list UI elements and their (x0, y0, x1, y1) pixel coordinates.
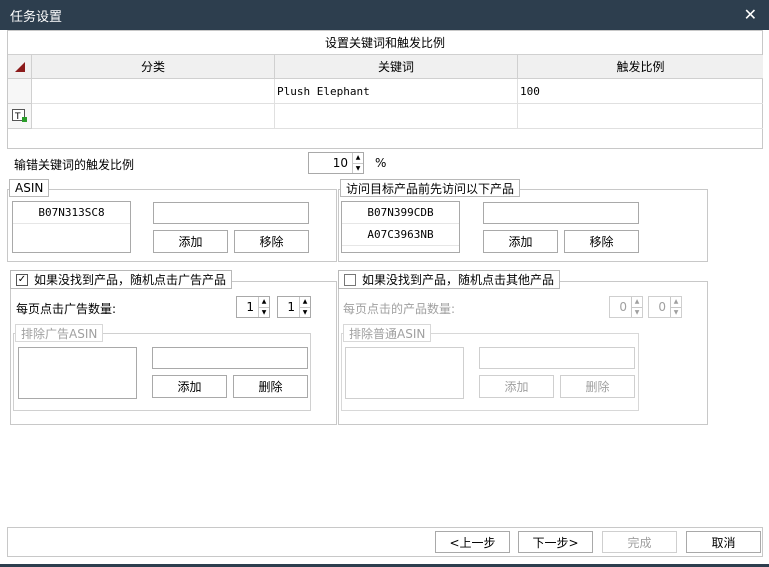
exclude-ad-asin-input[interactable] (152, 347, 308, 369)
svg-text:T: T (14, 112, 21, 122)
ad-spin2-value[interactable]: 1 (278, 297, 299, 317)
ad-products-legend[interactable]: ✓ 如果没找到产品，随机点击广告产品 (10, 270, 233, 289)
column-header-ratio[interactable]: 触发比例 (518, 55, 763, 79)
ad-per-page-spinner-1[interactable]: 1 ▲ ▼ (236, 296, 270, 318)
row-header[interactable] (8, 79, 32, 104)
cancel-button[interactable]: 取消 (686, 531, 761, 553)
new-cell-ratio[interactable] (518, 104, 763, 129)
grid-corner[interactable] (8, 55, 32, 79)
cell-keyword[interactable]: Plush Elephant (275, 79, 518, 104)
asin-add-button[interactable]: 添加 (153, 230, 228, 253)
visit-first-legend: 访问目标产品前先访问以下产品 (340, 179, 521, 197)
spin-up-icon[interactable]: ▲ (671, 297, 681, 307)
spin-down-icon[interactable]: ▼ (353, 162, 363, 174)
spin-up-icon[interactable]: ▲ (259, 297, 269, 307)
spin-up-icon[interactable]: ▲ (300, 297, 310, 307)
asin-group-legend: ASIN (9, 179, 50, 197)
exclude-normal-asin-input[interactable] (479, 347, 635, 369)
other-per-page-label: 每页点击的产品数量: (343, 302, 456, 316)
other-products-checkbox-label: 如果没找到产品，随机点击其他产品 (362, 273, 555, 287)
visit-first-list[interactable]: B07N399CDB A07C3963NB (341, 201, 460, 253)
percent-unit: % (375, 156, 387, 170)
ad-products-checkbox-label: 如果没找到产品，随机点击广告产品 (34, 273, 227, 287)
spin-down-icon[interactable]: ▼ (259, 306, 269, 318)
exclude-ad-asin-legend: 排除广告ASIN (15, 324, 104, 342)
column-header-keyword[interactable]: 关键词 (275, 55, 518, 79)
asin-list[interactable]: B07N313SC8 (12, 201, 131, 253)
ad-products-checkbox[interactable]: ✓ (16, 273, 28, 286)
list-item[interactable]: B07N399CDB (342, 202, 459, 224)
spin-up-icon[interactable]: ▲ (353, 153, 363, 163)
typo-trigger-spinner[interactable]: 10 ▲ ▼ (308, 152, 364, 174)
list-item[interactable]: B07N313SC8 (13, 202, 130, 224)
prev-step-button[interactable]: <上一步 (435, 531, 510, 553)
exclude-normal-asin-legend: 排除普通ASIN (343, 324, 432, 342)
ad-spin1-value[interactable]: 1 (237, 297, 258, 317)
new-row-icon: T (11, 109, 27, 122)
other-per-page-spinner-1[interactable]: 0 ▲ ▼ (609, 296, 643, 318)
visit-first-input[interactable] (483, 202, 639, 224)
spin-up-icon[interactable]: ▲ (632, 297, 642, 307)
exclude-normal-delete-button[interactable]: 删除 (560, 375, 635, 398)
ad-per-page-label: 每页点击广告数量: (16, 302, 117, 316)
corner-triangle-icon (14, 61, 25, 72)
title-bar: 任务设置 ✕ (0, 0, 769, 30)
other-spin2-value[interactable]: 0 (649, 297, 670, 317)
next-step-button[interactable]: 下一步> (518, 531, 593, 553)
exclude-normal-add-button[interactable]: 添加 (479, 375, 554, 398)
asin-input[interactable] (153, 202, 309, 224)
cell-category[interactable] (32, 79, 275, 104)
spin-down-icon[interactable]: ▼ (632, 306, 642, 318)
exclude-ad-delete-button[interactable]: 删除 (233, 375, 308, 398)
other-products-checkbox[interactable] (344, 273, 356, 286)
close-icon[interactable]: ✕ (744, 7, 757, 23)
other-spin1-value[interactable]: 0 (610, 297, 631, 317)
new-row-header[interactable]: T (8, 104, 32, 129)
exclude-ad-asin-list[interactable] (18, 347, 137, 399)
ad-per-page-spinner-2[interactable]: 1 ▲ ▼ (277, 296, 311, 318)
typo-trigger-label: 输错关键词的触发比例 (14, 158, 135, 172)
other-products-legend[interactable]: 如果没找到产品，随机点击其他产品 (338, 270, 561, 289)
finish-button[interactable]: 完成 (602, 531, 677, 553)
keyword-grid: 设置关键词和触发比例 分类 关键词 触发比例 Plush Elephant 10… (7, 30, 763, 149)
spin-down-icon[interactable]: ▼ (671, 306, 681, 318)
visit-first-add-button[interactable]: 添加 (483, 230, 558, 253)
window-title: 任务设置 (10, 9, 63, 25)
other-per-page-spinner-2[interactable]: 0 ▲ ▼ (648, 296, 682, 318)
asin-remove-button[interactable]: 移除 (234, 230, 309, 253)
grid-caption: 设置关键词和触发比例 (8, 31, 762, 55)
spin-down-icon[interactable]: ▼ (300, 306, 310, 318)
column-header-category[interactable]: 分类 (32, 55, 275, 79)
exclude-normal-asin-list[interactable] (345, 347, 464, 399)
visit-first-remove-button[interactable]: 移除 (564, 230, 639, 253)
new-cell-category[interactable] (32, 104, 275, 129)
typo-trigger-value[interactable]: 10 (309, 153, 352, 173)
cell-ratio[interactable]: 100 (518, 79, 763, 104)
list-item[interactable]: A07C3963NB (342, 224, 459, 246)
exclude-ad-add-button[interactable]: 添加 (152, 375, 227, 398)
new-cell-keyword[interactable] (275, 104, 518, 129)
